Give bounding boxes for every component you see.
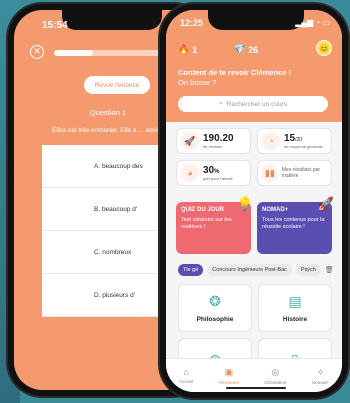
- rocket-icon: 🚀: [317, 196, 334, 211]
- home-indicator: [226, 387, 286, 389]
- stat-revision[interactable]: 🚀 190.20 de révision: [176, 128, 251, 154]
- stat-unit: de révision: [203, 144, 223, 149]
- filter-chips: Tle gé Concours Ingénieurs Post-Bac Psyc…: [178, 264, 334, 276]
- stat-average[interactable]: ◔ 15/20 de moyenne générale: [257, 128, 332, 154]
- streak-value: 1: [192, 44, 198, 55]
- header: 12:25 ▂▄▆ ◔ ▭ 🔥 1 💎 26 😊 Content de te rev…: [166, 10, 342, 122]
- tab-label: Accueil: [178, 379, 194, 384]
- gauge-icon: ◔: [262, 132, 280, 150]
- book-icon: ▤: [288, 293, 302, 309]
- nomad-plus-card[interactable]: NOMAD+ Tous les contenus pour la réussit…: [257, 196, 334, 254]
- avatar[interactable]: 😊: [316, 40, 332, 56]
- status-time: 12:25: [180, 18, 204, 28]
- card-description: Test aléatoire sur tes matières !: [181, 217, 232, 230]
- quiz-progress-bar: [54, 50, 164, 56]
- stat-suffix: %: [214, 169, 220, 175]
- filter-chip[interactable]: Tle gé: [178, 264, 204, 276]
- tab-revisions[interactable]: ▣ Révisions: [219, 367, 239, 385]
- status-icons: ▂▄▆ ◔ ▭: [295, 18, 330, 27]
- search-placeholder: Rechercher un cours: [226, 100, 287, 108]
- tab-label: Orientation: [264, 379, 287, 385]
- subject-label: Histoire: [282, 316, 308, 323]
- bar-chart-icon: ▮▮: [262, 164, 278, 182]
- pie-icon: ◕: [181, 164, 199, 182]
- search-icon: ⌕: [219, 100, 223, 107]
- gem-icon: 💎: [234, 44, 246, 54]
- stat-suffix: /20: [295, 137, 303, 143]
- tab-bar: ⌂ Accueil ▣ Révisions ◎ Orientation ✧ Nomad+: [166, 358, 342, 392]
- gems-counter[interactable]: 💎 26: [234, 44, 258, 55]
- tab-accueil[interactable]: ⌂ Accueil: [179, 367, 194, 384]
- stat-unit: prêt pour l'année: [203, 176, 233, 181]
- sparkle-icon: ✧: [316, 366, 325, 377]
- home-icon: ⌂: [183, 367, 189, 377]
- stat-value: 30: [203, 165, 215, 176]
- tab-nomad-plus[interactable]: ✧ Nomad+: [312, 367, 329, 385]
- question-text: Élisa est très entourée. Elle a ... amis…: [52, 127, 162, 134]
- status-time: 15:54: [42, 20, 68, 31]
- stat-value: 15: [284, 133, 296, 144]
- card-description: Tous les contenus pour la réussite scola…: [262, 217, 325, 230]
- phone-notch: [62, 10, 162, 30]
- subject-histoire[interactable]: ▤ Histoire: [258, 284, 332, 332]
- streak-counter[interactable]: 🔥 1: [178, 44, 197, 55]
- filter-chip[interactable]: Concours Ingénieurs Post-Bac: [207, 264, 292, 276]
- subject-label: Philosophie: [196, 316, 234, 323]
- compass-icon: ◎: [271, 366, 280, 377]
- stat-results[interactable]: ▮▮ Mes résultats par matière: [257, 160, 332, 186]
- tab-label: Révisions: [219, 379, 239, 385]
- search-input[interactable]: ⌕ Rechercher un cours: [178, 96, 328, 112]
- flame-icon: 🔥: [178, 44, 190, 54]
- stat-value: 190.20: [203, 133, 234, 144]
- feature-cards: QUIZ DU JOUR Test aléatoire sur tes mati…: [176, 196, 334, 254]
- review-statement-button[interactable]: Revoir l'énoncé: [84, 76, 150, 94]
- stats-grid: 🚀 190.20 de révision ◔ 15/20 de moyenne gé…: [176, 128, 332, 186]
- phone-front: 12:25 ▂▄▆ ◔ ▭ 🔥 1 💎 26 😊 Content de te rev…: [160, 4, 348, 398]
- tab-label: Nomad+: [312, 379, 330, 385]
- progress-fill: [54, 50, 93, 56]
- stat-unit: Mes résultats par matière: [281, 167, 321, 179]
- filter-chip[interactable]: Psych: [295, 264, 321, 276]
- home-screen: 12:25 ▂▄▆ ◔ ▭ 🔥 1 💎 26 😊 Content de te rev…: [166, 10, 342, 392]
- lightbulb-icon: 💡: [236, 196, 253, 211]
- stat-unit: de moyenne générale: [284, 144, 323, 149]
- close-icon[interactable]: ✕: [30, 45, 44, 59]
- quiz-of-day-card[interactable]: QUIZ DU JOUR Test aléatoire sur tes mati…: [176, 196, 253, 254]
- revisions-icon: ▣: [224, 366, 234, 377]
- philosophy-icon: ❂: [209, 293, 221, 309]
- stat-readiness[interactable]: ◕ 30% prêt pour l'année: [176, 160, 251, 186]
- phone-notch: [208, 10, 304, 30]
- subject-philosophie[interactable]: ❂ Philosophie: [178, 284, 252, 332]
- rocket-icon: 🚀: [181, 132, 199, 150]
- greeting-title: Content de te revoir Clémence !: [178, 68, 291, 77]
- greeting-subtitle: On bosse ?: [178, 78, 217, 87]
- trash-icon[interactable]: 🗑: [325, 266, 334, 274]
- tab-orientation[interactable]: ◎ Orientation: [264, 367, 286, 385]
- gems-value: 26: [248, 44, 259, 55]
